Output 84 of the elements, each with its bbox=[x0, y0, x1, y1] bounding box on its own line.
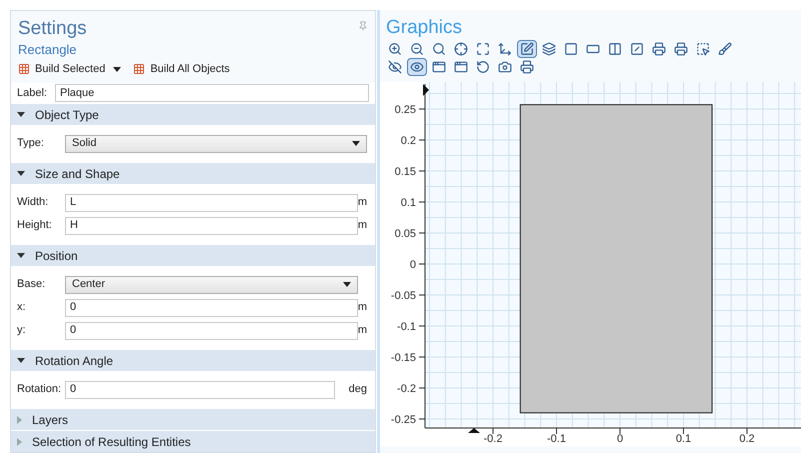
window-icon bbox=[432, 60, 446, 74]
section-header[interactable]: Layers bbox=[11, 409, 375, 430]
axis-tick-label: 0.2 bbox=[400, 135, 416, 147]
axis-tick-label: 0 bbox=[616, 433, 624, 445]
axis-tick-label: -0.15 bbox=[390, 352, 416, 364]
axis-tick-label: -0.05 bbox=[390, 290, 416, 302]
hidden-eye-icon bbox=[388, 60, 402, 74]
split-rectangle-icon bbox=[608, 42, 622, 56]
field-label: Label: bbox=[17, 86, 48, 100]
axis-tick-label: -0.2 bbox=[397, 383, 416, 395]
field-label: Rotation: bbox=[17, 382, 62, 398]
expanded-triangle-icon bbox=[17, 171, 25, 176]
section-header[interactable]: Size and Shape bbox=[11, 163, 375, 184]
axis-tick-label: 0.2 bbox=[739, 433, 755, 445]
zoom-out-icon bbox=[410, 42, 424, 56]
unit-label: m bbox=[358, 323, 367, 338]
rounded-square-icon bbox=[564, 42, 578, 56]
expanded-triangle-icon bbox=[17, 253, 25, 258]
input-field[interactable]: H bbox=[65, 216, 358, 234]
toolbar-button[interactable] bbox=[407, 58, 427, 76]
expanded-triangle-icon bbox=[17, 112, 25, 117]
grid-icon bbox=[133, 63, 146, 76]
label-field[interactable]: Plaque bbox=[55, 84, 369, 102]
node-title: Rectangle bbox=[17, 41, 78, 59]
field-label: Width: bbox=[17, 195, 50, 210]
field-label: x: bbox=[17, 300, 27, 316]
layers-icon bbox=[542, 42, 556, 56]
unit-label: m bbox=[358, 300, 367, 316]
printer-icon bbox=[674, 42, 688, 56]
axes-icon bbox=[498, 42, 512, 56]
axis-tick-label: 0.1 bbox=[400, 197, 416, 209]
brush-icon bbox=[718, 42, 732, 56]
axis-tick-label: -0.2 bbox=[484, 433, 502, 445]
section-header[interactable]: Selection of Resulting Entities bbox=[11, 431, 375, 452]
build-button[interactable]: Build All Objects bbox=[133, 61, 230, 78]
panel-title: Settings bbox=[18, 17, 87, 41]
grid-icon bbox=[18, 63, 30, 76]
select-box-icon bbox=[696, 42, 710, 56]
axis-tick-label: 0 bbox=[410, 259, 416, 271]
field-label: Base: bbox=[17, 277, 46, 292]
reset-icon bbox=[476, 60, 490, 74]
field-label: y: bbox=[17, 323, 27, 338]
window-icon bbox=[454, 60, 468, 74]
eye-icon bbox=[410, 60, 424, 74]
camera-icon bbox=[498, 60, 512, 74]
expanded-triangle-icon bbox=[17, 358, 25, 363]
dropdown-field[interactable]: Center bbox=[65, 276, 358, 294]
input-field[interactable]: 0 bbox=[65, 380, 335, 398]
build-button[interactable]: Build Selected bbox=[18, 61, 122, 78]
axis-tick-label: 0.1 bbox=[676, 433, 692, 445]
section-header[interactable]: Object Type bbox=[11, 104, 375, 125]
unit-label: deg bbox=[348, 382, 367, 398]
input-field[interactable]: 0 bbox=[65, 322, 358, 340]
slashed-square-icon bbox=[630, 42, 644, 56]
input-field[interactable]: 0 bbox=[65, 298, 358, 316]
crosshair-icon bbox=[454, 42, 468, 56]
zoom-box-icon bbox=[432, 42, 446, 56]
axis-tick-label: 0.25 bbox=[394, 104, 416, 116]
field-label: Type: bbox=[17, 136, 45, 152]
field-label: Height: bbox=[17, 218, 53, 234]
caret-icon bbox=[343, 282, 351, 287]
axis-tick-label: 0.15 bbox=[394, 166, 416, 178]
zoom-in-icon bbox=[388, 42, 402, 56]
triangle-marker-icon bbox=[468, 428, 480, 433]
axis-tick-label: -0.1 bbox=[397, 321, 416, 333]
unit-label: m bbox=[358, 218, 367, 234]
unit-label: m bbox=[358, 195, 367, 210]
axis-tick-label: -0.25 bbox=[390, 414, 416, 426]
caret-icon bbox=[352, 141, 360, 146]
axis-tick-label: -0.1 bbox=[547, 433, 566, 445]
axis-tick-label: 0.05 bbox=[394, 228, 416, 240]
zoom-extents-icon bbox=[476, 42, 490, 56]
collapsed-triangle-icon bbox=[17, 416, 22, 424]
collapsed-triangle-icon bbox=[17, 438, 22, 446]
dropdown-field[interactable]: Solid bbox=[65, 134, 367, 152]
triangle-marker-icon bbox=[423, 84, 429, 96]
panel-title: Graphics bbox=[386, 16, 462, 40]
toolbar-button[interactable] bbox=[517, 40, 537, 58]
rectangle-icon bbox=[586, 42, 600, 56]
edit-square-icon bbox=[520, 42, 534, 56]
input-field[interactable]: L bbox=[65, 194, 358, 212]
section-header[interactable]: Rotation Angle bbox=[11, 350, 375, 371]
printer-icon bbox=[520, 60, 534, 74]
section-header[interactable]: Position bbox=[11, 245, 375, 266]
